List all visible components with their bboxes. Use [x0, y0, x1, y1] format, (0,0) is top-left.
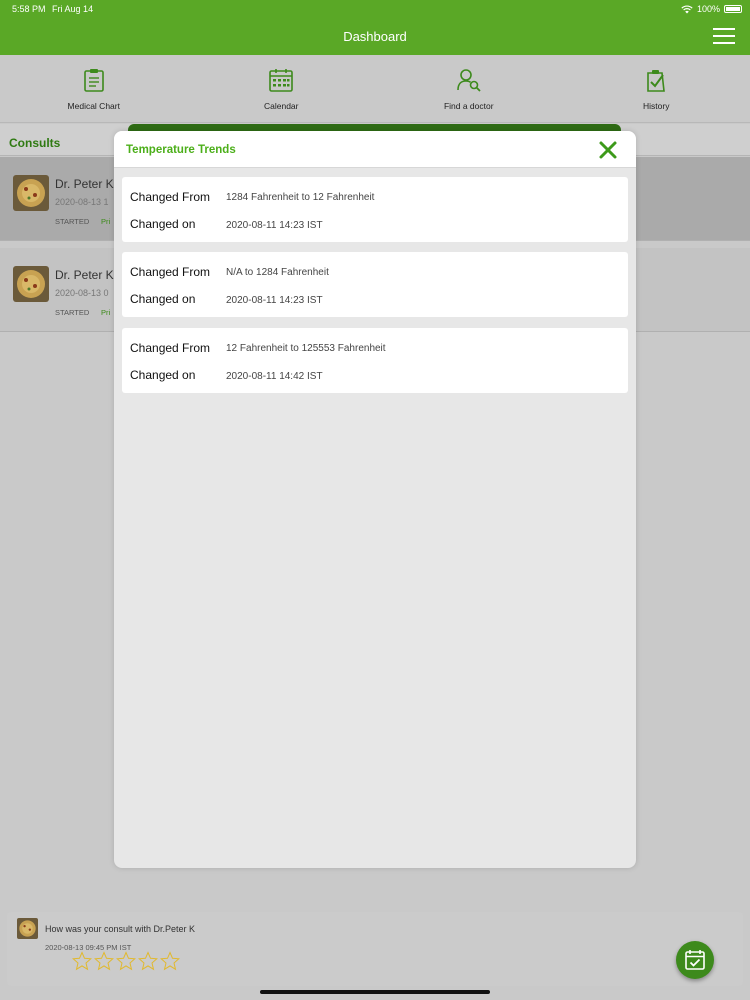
consult-priority: Pri — [101, 217, 111, 226]
status-clock: 5:58 PM — [12, 4, 46, 14]
consult-doctor-name: Dr. Peter K — [55, 268, 114, 282]
consult-date: 2020-08-13 1 — [55, 197, 109, 207]
close-icon[interactable] — [598, 140, 618, 160]
changed-on-value: 2020-08-11 14:23 IST — [226, 220, 323, 231]
find-doctor-icon — [456, 68, 481, 92]
modal-title: Temperature Trends — [126, 144, 236, 156]
changed-from-label: Changed From — [130, 265, 211, 279]
home-indicator[interactable] — [260, 990, 490, 994]
consult-priority: Pri — [101, 308, 111, 317]
changed-from-value: 12 Fahrenheit to 125553 Fahrenheit — [226, 343, 386, 354]
status-right: 100% — [681, 4, 742, 14]
changed-on-label: Changed on — [130, 368, 196, 382]
status-date: Fri Aug 14 — [52, 4, 94, 14]
temperature-trends-modal: Temperature Trends Changed From 1284 Fah… — [114, 131, 636, 868]
review-question: How was your consult with Dr.Peter K — [45, 924, 196, 934]
changed-from-label: Changed From — [130, 190, 211, 204]
app-header: 5:58 PM Fri Aug 14 100% Dashboard — [0, 0, 750, 55]
review-prompt: How was your consult with Dr.Peter K 202… — [7, 912, 743, 986]
changed-on-value: 2020-08-11 14:42 IST — [226, 371, 323, 382]
consult-doctor-name: Dr. Peter K — [55, 177, 114, 191]
schedule-fab-button[interactable] — [676, 941, 714, 979]
status-time: 5:58 PM Fri Aug 14 — [12, 4, 93, 14]
doctor-avatar — [13, 175, 49, 211]
history-icon — [647, 69, 666, 92]
trend-entry: Changed From 1284 Fahrenheit to 12 Fahre… — [122, 177, 628, 242]
status-bar: 5:58 PM Fri Aug 14 100% — [0, 0, 750, 18]
nav-label-calendar: Calendar — [264, 100, 299, 111]
consult-date: 2020-08-13 0 — [55, 288, 109, 298]
consults-label: Consults — [9, 136, 61, 150]
changed-from-value: N/A to 1284 Fahrenheit — [226, 267, 329, 278]
star-rating — [72, 951, 180, 971]
nav-item-find-doctor[interactable]: Find a doctor — [394, 67, 544, 111]
nav-bar: Medical Chart Calendar Find a doctor His… — [0, 55, 750, 123]
wifi-icon — [681, 4, 693, 13]
modal-header: Temperature Trends — [114, 131, 636, 168]
changed-from-value: 1284 Fahrenheit to 12 Fahrenheit — [226, 192, 375, 203]
battery-percent: 100% — [696, 4, 720, 14]
star-icon[interactable] — [160, 951, 180, 971]
trend-entry: Changed From 12 Fahrenheit to 125553 Fah… — [122, 328, 628, 393]
nav-item-history[interactable]: History — [581, 67, 731, 111]
nav-item-medical-chart[interactable]: Medical Chart — [19, 67, 169, 111]
clipboard-icon — [83, 68, 104, 92]
doctor-avatar — [13, 266, 49, 302]
star-icon[interactable] — [72, 951, 92, 971]
hamburger-menu-icon[interactable] — [713, 28, 735, 44]
calendar-icon — [269, 68, 294, 92]
nav-label-find-doctor: Find a doctor — [443, 100, 494, 111]
calendar-check-icon — [685, 950, 705, 970]
changed-on-label: Changed on — [130, 292, 196, 306]
consult-status: STARTED — [55, 308, 90, 317]
nav-label-medical-chart: Medical Chart — [67, 100, 120, 111]
battery-icon — [724, 5, 742, 13]
changed-on-label: Changed on — [130, 217, 196, 231]
star-icon[interactable] — [116, 951, 136, 971]
consult-status: STARTED — [55, 217, 90, 226]
star-icon[interactable] — [94, 951, 114, 971]
doctor-avatar — [17, 918, 38, 939]
star-icon[interactable] — [138, 951, 158, 971]
nav-label-history: History — [643, 100, 670, 111]
changed-on-value: 2020-08-11 14:23 IST — [226, 295, 323, 306]
page-title: Dashboard — [343, 29, 407, 44]
changed-from-label: Changed From — [130, 341, 211, 355]
trend-entry: Changed From N/A to 1284 Fahrenheit Chan… — [122, 252, 628, 317]
nav-item-calendar[interactable]: Calendar — [206, 67, 356, 111]
